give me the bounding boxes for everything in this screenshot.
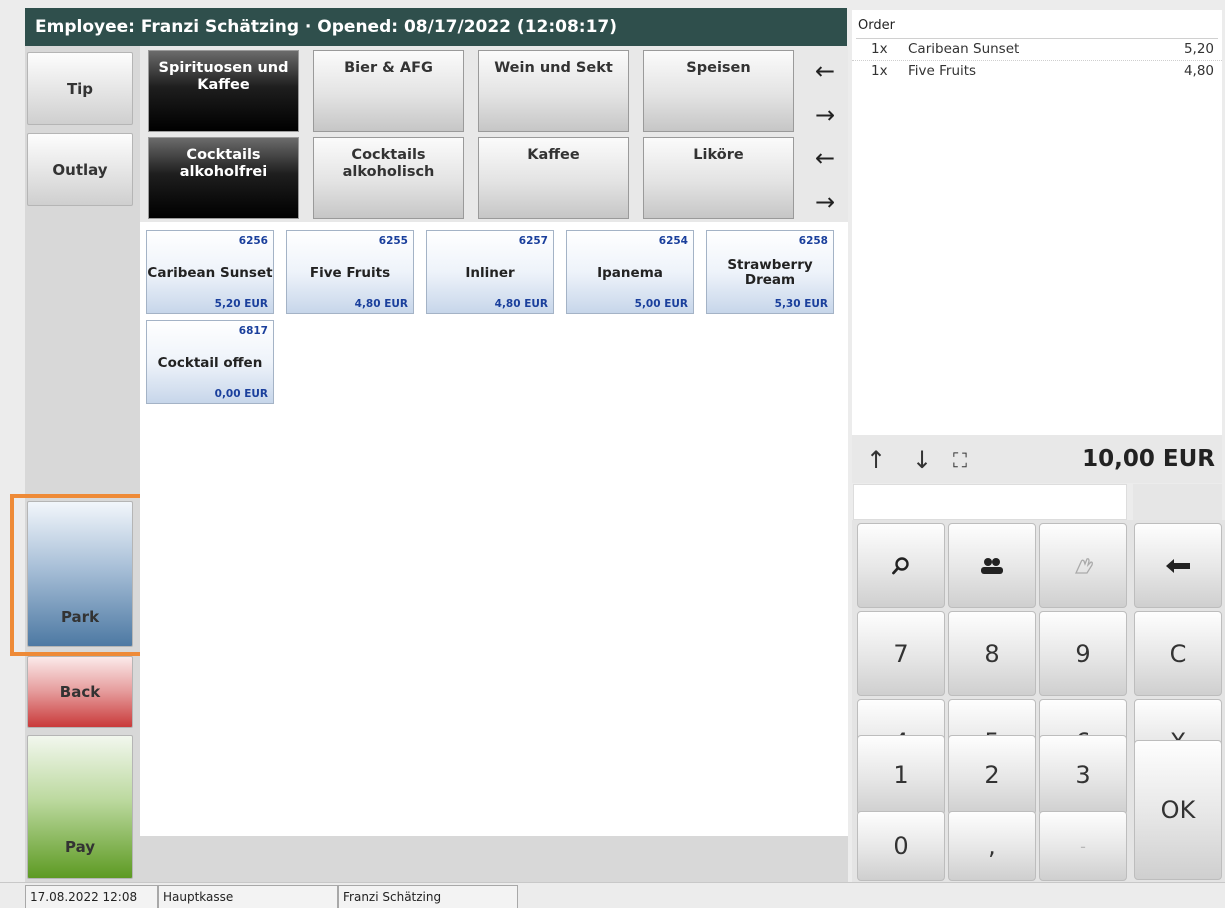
header-title: Employee: Franzi Schätzing · Opened: 08/… [25, 8, 847, 46]
order-line-qty: 1x [871, 41, 888, 57]
product-number: 6258 [798, 235, 828, 247]
product-price: 4,80 EUR [494, 298, 548, 310]
category-wein-sekt[interactable]: Wein und Sekt [478, 50, 629, 132]
order-line-qty: 1x [871, 63, 888, 79]
hand-icon [1074, 557, 1093, 574]
key-minus[interactable]: - [1039, 811, 1127, 881]
category-cocktails-alkoholfrei[interactable]: Cocktails alkoholfrei [148, 137, 299, 219]
amount-input[interactable] [853, 484, 1127, 520]
product-tile[interactable]: 6256 Caribean Sunset 5,20 EUR [146, 230, 274, 314]
product-number: 6255 [378, 235, 408, 247]
backspace-icon [1166, 558, 1190, 573]
status-register: Hauptkasse [158, 885, 338, 908]
arrow-up-icon[interactable]: ↑ [866, 446, 886, 474]
input-side-box [1133, 484, 1222, 520]
hand-key[interactable] [1039, 523, 1127, 608]
product-tile[interactable]: 6817 Cocktail offen 0,00 EUR [146, 320, 274, 404]
category-bier-afg[interactable]: Bier & AFG [313, 50, 464, 132]
customers-icon [981, 557, 1003, 574]
tip-button[interactable]: Tip [27, 52, 133, 125]
product-name: Five Fruits [309, 264, 391, 281]
key-8[interactable]: 8 [948, 611, 1036, 696]
order-divider [856, 38, 1218, 39]
pay-button[interactable]: Pay [27, 735, 133, 879]
back-button[interactable]: Back [27, 656, 133, 728]
product-name: Ipanema [597, 264, 663, 281]
key-9[interactable]: 9 [1039, 611, 1127, 696]
order-title: Order [858, 18, 895, 33]
category-cocktails-alkoholisch[interactable]: Cocktails alkoholisch [313, 137, 464, 219]
product-number: 6257 [518, 235, 548, 247]
order-total: 10,00 EUR [1082, 446, 1215, 472]
backspace-key[interactable] [1134, 523, 1222, 608]
order-line-price: 5,20 [1183, 41, 1214, 57]
product-number: 6256 [238, 235, 268, 247]
category-speisen[interactable]: Speisen [643, 50, 794, 132]
row2-next-arrow[interactable]: → [808, 186, 842, 220]
status-datetime: 17.08.2022 12:08 [25, 885, 158, 908]
customers-key[interactable] [948, 523, 1036, 608]
key-3[interactable]: 3 [1039, 735, 1127, 815]
status-employee: Franzi Schätzing [338, 885, 518, 908]
product-number: 6254 [658, 235, 688, 247]
key-clear[interactable]: C [1134, 611, 1222, 696]
key-1[interactable]: 1 [857, 735, 945, 815]
key-comma[interactable]: , [948, 811, 1036, 881]
search-icon [892, 556, 909, 574]
key-ok[interactable]: OK [1134, 740, 1222, 880]
product-name: Caribean Sunset [147, 264, 273, 281]
product-name: Strawberry Dream [727, 257, 813, 288]
row1-next-arrow[interactable]: → [808, 99, 842, 133]
center-bottom-bar [140, 836, 848, 882]
order-panel: Order 1x Caribean Sunset 5,20 1x Five Fr… [852, 10, 1222, 435]
product-price: 5,00 EUR [634, 298, 688, 310]
key-2[interactable]: 2 [948, 735, 1036, 815]
product-price: 4,80 EUR [354, 298, 408, 310]
category-spirituosen[interactable]: Spirituosen und Kaffee [148, 50, 299, 132]
product-name: Cocktail offen [157, 354, 263, 371]
key-0[interactable]: 0 [857, 811, 945, 881]
category-likoere[interactable]: Liköre [643, 137, 794, 219]
category-kaffee[interactable]: Kaffee [478, 137, 629, 219]
order-line-name: Caribean Sunset [908, 41, 1020, 57]
product-tile[interactable]: 6258 Strawberry Dream 5,30 EUR [706, 230, 834, 314]
park-button[interactable]: Park [27, 501, 133, 647]
order-line-price: 4,80 [1183, 63, 1214, 79]
product-price: 5,20 EUR [214, 298, 268, 310]
product-price: 0,00 EUR [214, 388, 268, 400]
key-7[interactable]: 7 [857, 611, 945, 696]
order-line[interactable]: 1x Caribean Sunset 5,20 [852, 41, 1222, 61]
search-key[interactable] [857, 523, 945, 608]
row1-prev-arrow[interactable]: ← [808, 55, 842, 89]
product-name: Inliner [465, 264, 515, 281]
product-tile[interactable]: 6254 Ipanema 5,00 EUR [566, 230, 694, 314]
row2-prev-arrow[interactable]: ← [808, 142, 842, 176]
expand-icon[interactable]: ⛶ [953, 448, 967, 472]
product-price: 5,30 EUR [774, 298, 828, 310]
product-number: 6817 [238, 325, 268, 337]
order-line[interactable]: 1x Five Fruits 4,80 [852, 63, 1222, 83]
arrow-down-icon[interactable]: ↓ [912, 446, 932, 474]
order-line-name: Five Fruits [908, 63, 977, 79]
product-tile[interactable]: 6257 Inliner 4,80 EUR [426, 230, 554, 314]
outlay-button[interactable]: Outlay [27, 133, 133, 206]
product-tile[interactable]: 6255 Five Fruits 4,80 EUR [286, 230, 414, 314]
